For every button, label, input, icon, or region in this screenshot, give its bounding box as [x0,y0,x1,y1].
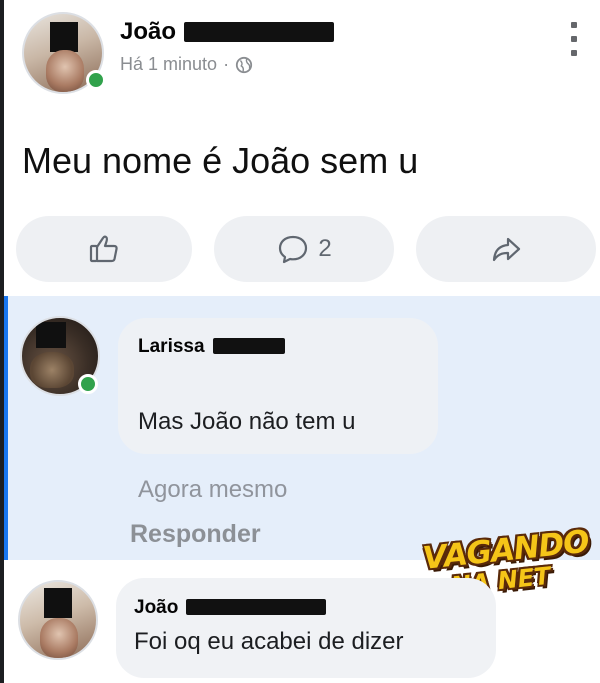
post-meta: Há 1 minuto · [120,54,253,75]
comment-count: 2 [318,235,332,262]
kebab-menu-icon[interactable] [566,22,582,56]
post-author-first-name: João [120,18,177,45]
share-button[interactable] [416,216,596,282]
reply-author-first-name: João [134,597,179,618]
online-status-dot [86,70,106,90]
post-author-name[interactable]: João [120,18,335,46]
online-status-dot [78,374,98,394]
like-button[interactable] [16,216,192,282]
redacted-surname [186,599,327,615]
censor-block [36,322,66,348]
avatar-photo [30,352,74,388]
post-text: Meu nome é João sem u [22,140,419,181]
comment-text: Mas João não tem u [138,408,356,435]
comment-author-name[interactable]: Larissa [138,336,285,358]
comment-bubble-icon [279,235,308,264]
meta-separator: · [223,54,230,74]
redacted-surname [184,22,335,42]
reply-button[interactable]: Responder [130,520,261,549]
thumbs-up-icon [89,235,118,263]
censor-block [44,588,72,618]
comment-timestamp[interactable]: Agora mesmo [138,476,287,504]
reply-author-avatar[interactable] [18,580,98,660]
avatar-photo [46,50,84,92]
comment-button[interactable]: 2 [214,216,394,282]
reply-author-name[interactable]: João [134,597,327,619]
avatar-photo [40,618,78,658]
reply-text: Foi oq eu acabei de dizer [134,628,404,655]
redacted-surname [212,338,285,354]
censor-block [50,22,78,52]
comment-author-first-name: Larissa [138,336,205,357]
share-arrow-icon [492,237,521,262]
post-timestamp[interactable]: Há 1 minuto [120,54,217,75]
globe-icon [235,56,253,73]
